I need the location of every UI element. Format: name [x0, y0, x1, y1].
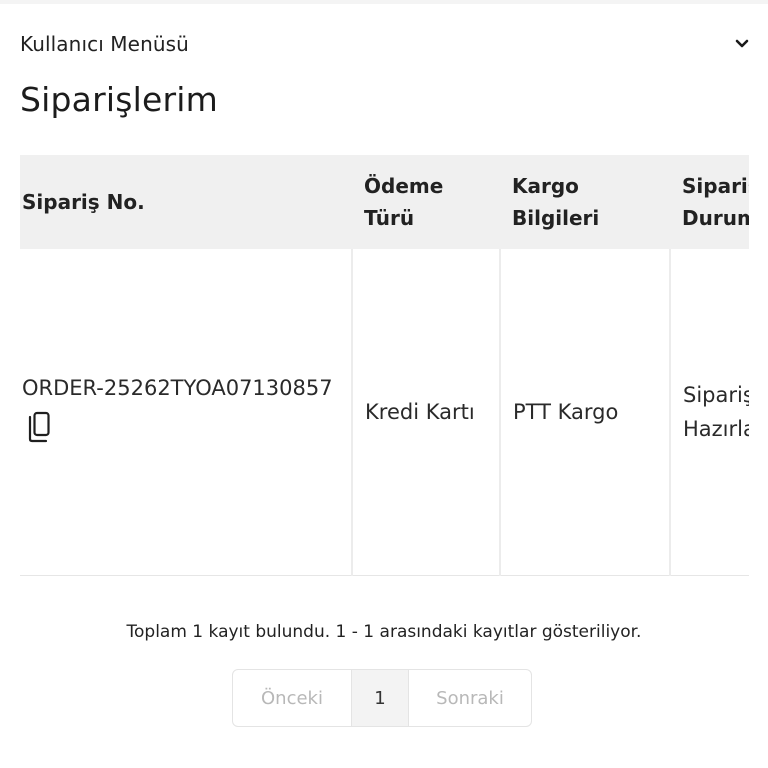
- previous-page-button[interactable]: Önceki: [233, 670, 351, 726]
- copy-icon[interactable]: [26, 411, 52, 453]
- pagination-summary: Toplam 1 kayıt bulundu. 1 - 1 arasındaki…: [126, 622, 642, 642]
- user-menu-title: Kullanıcı Menüsü: [20, 32, 189, 56]
- user-menu-toggle[interactable]: Kullanıcı Menüsü: [20, 28, 752, 60]
- column-header-shipping: Kargo Bilgileri: [512, 174, 600, 230]
- page-title: Siparişlerim: [20, 80, 218, 119]
- page-number-button[interactable]: 1: [351, 670, 409, 726]
- orders-page: Kullanıcı Menüsü Siparişlerim Sipariş No…: [0, 0, 768, 768]
- top-divider: [0, 0, 768, 4]
- cell-status: Sipariş Hazırlanıyor: [669, 249, 749, 576]
- cell-payment-type: Kredi Kartı: [351, 249, 500, 576]
- table-header-row: Sipariş No. Ödeme Türü Kargo Bilgileri S…: [20, 155, 749, 249]
- chevron-down-icon[interactable]: [734, 36, 750, 52]
- column-header-order-no: Sipariş No.: [22, 190, 145, 214]
- pagination: Önceki 1 Sonraki: [232, 669, 532, 727]
- orders-table: Sipariş No. Ödeme Türü Kargo Bilgileri S…: [20, 155, 749, 576]
- column-header-payment-type: Ödeme Türü: [364, 174, 444, 230]
- orders-table-scroll[interactable]: Sipariş No. Ödeme Türü Kargo Bilgileri S…: [20, 155, 749, 576]
- next-page-button[interactable]: Sonraki: [409, 670, 531, 726]
- column-header-status: Sipariş Durumu: [682, 174, 749, 230]
- order-number: ORDER-25262TYOA07130857: [22, 375, 333, 400]
- table-row: ORDER-25262TYOA07130857 Kredi Kartı PTT …: [20, 249, 749, 576]
- cell-order-no: ORDER-25262TYOA07130857: [20, 249, 352, 576]
- cell-shipping: PTT Kargo: [499, 249, 670, 576]
